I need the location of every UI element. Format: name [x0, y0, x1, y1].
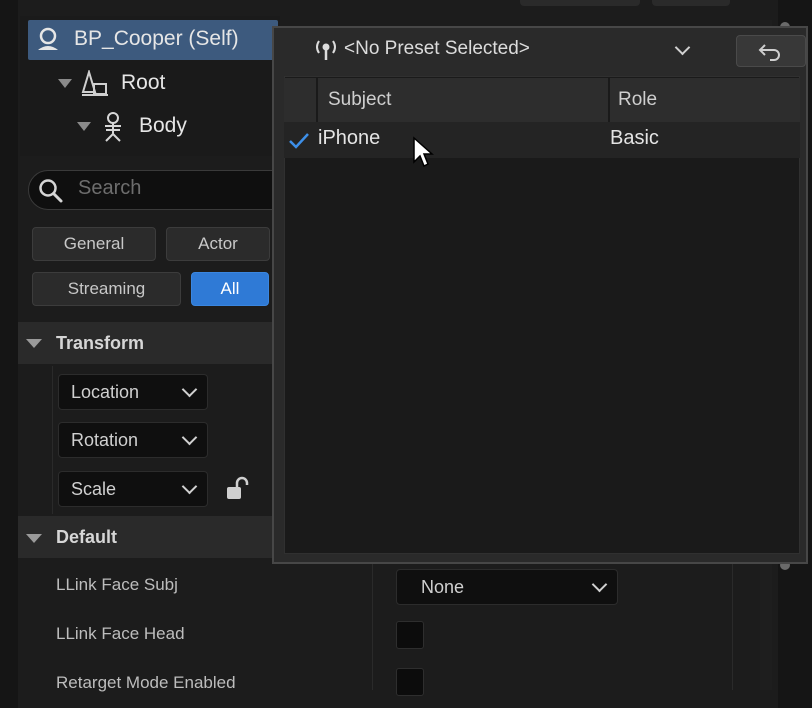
rotation-dropdown-label: Rotation: [71, 429, 139, 450]
mouse-cursor-icon: [413, 136, 434, 168]
collapse-arrow-icon[interactable]: [26, 534, 42, 543]
chevron-down-icon: [181, 429, 198, 446]
search-input[interactable]: [28, 170, 278, 210]
llink-face-subj-value: None: [421, 576, 465, 597]
undo-arrow-icon: [758, 44, 780, 61]
role-column-header[interactable]: Role: [618, 89, 657, 111]
column-divider: [732, 562, 733, 690]
llink-face-subj-dropdown[interactable]: None: [396, 569, 618, 605]
scale-dropdown-label: Scale: [71, 478, 117, 499]
retarget-mode-checkbox[interactable]: [396, 668, 424, 696]
llink-face-head-checkbox[interactable]: [396, 621, 424, 649]
skeleton-icon: [105, 112, 121, 142]
subject-role: Basic: [610, 127, 659, 149]
expand-arrow-icon[interactable]: [58, 79, 72, 88]
subject-name: iPhone: [318, 127, 381, 149]
revert-button[interactable]: [736, 35, 806, 67]
blueprint-actor-icon: [38, 27, 58, 50]
tree-item-root-label[interactable]: Root: [121, 71, 165, 95]
toolbar-button-stub-2[interactable]: [652, 0, 730, 6]
checkmark-icon: [289, 133, 309, 149]
live-link-broadcast-icon: [316, 40, 336, 60]
chevron-down-icon: [181, 478, 198, 495]
transform-category-label: Transform: [56, 333, 145, 353]
location-dropdown[interactable]: Location: [58, 374, 208, 410]
chevron-down-icon: [591, 576, 608, 593]
property-label-llink-face-head: LLink Face Head: [56, 624, 185, 643]
property-label-retarget-mode-enabled: Retarget Mode Enabled: [56, 673, 236, 692]
filter-streaming-button[interactable]: Streaming: [32, 272, 181, 306]
chevron-down-icon: [181, 381, 198, 398]
preset-selector-label: <No Preset Selected>: [344, 38, 530, 59]
column-divider[interactable]: [316, 78, 318, 122]
column-divider[interactable]: [608, 78, 610, 122]
scale-dropdown[interactable]: Scale: [58, 471, 208, 507]
search-placeholder: Search: [78, 177, 142, 199]
tree-item-body-label[interactable]: Body: [139, 114, 187, 138]
rotation-dropdown[interactable]: Rotation: [58, 422, 208, 458]
filter-general-button[interactable]: General: [32, 227, 156, 261]
toolbar-button-stub[interactable]: [520, 0, 640, 6]
scene-root-icon: [81, 70, 108, 96]
indent-guide: [52, 366, 53, 514]
location-dropdown-label: Location: [71, 381, 140, 402]
property-label-llink-face-subj: LLink Face Subj: [56, 575, 178, 594]
default-category-label: Default: [56, 527, 118, 547]
collapse-arrow-icon[interactable]: [26, 339, 42, 348]
filter-actor-button[interactable]: Actor: [166, 227, 270, 261]
unlock-icon[interactable]: [224, 476, 250, 502]
filter-all-button[interactable]: All: [191, 272, 269, 306]
subject-column-header[interactable]: Subject: [328, 89, 391, 111]
search-icon: [39, 179, 63, 203]
column-divider[interactable]: [372, 562, 373, 690]
expand-arrow-icon[interactable]: [77, 122, 91, 131]
tree-item-self-label: BP_Cooper (Self): [74, 27, 239, 50]
